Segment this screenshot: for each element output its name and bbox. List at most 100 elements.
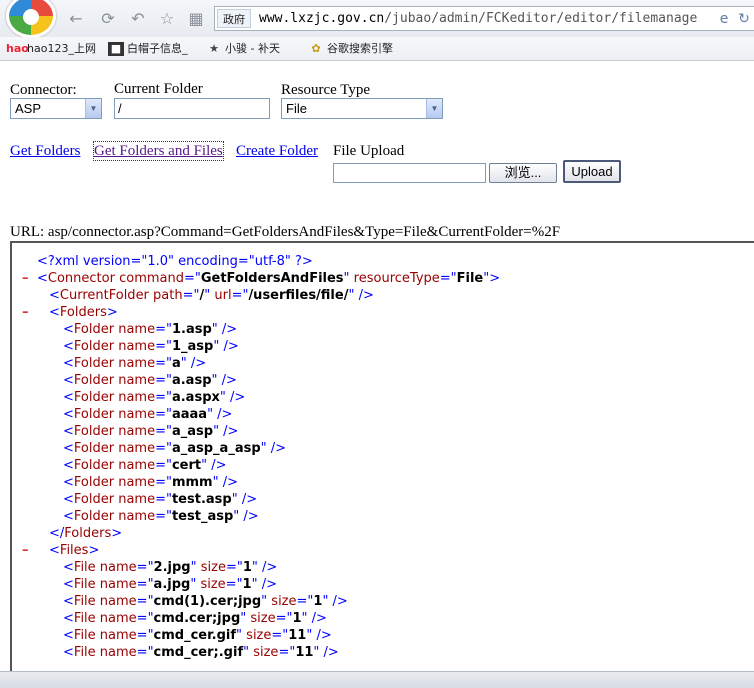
file-name: 2.jpg [153, 560, 191, 575]
file-name: cmd_cer;.gif [153, 645, 244, 660]
file-size: 11 [288, 628, 307, 643]
folder-name: mmm [171, 475, 213, 490]
folder-name: 1_asp [171, 339, 214, 354]
folder-name: test_asp [171, 509, 234, 524]
connector-select[interactable]: ASP ▼ [10, 98, 102, 119]
browse-button[interactable]: 浏览... [489, 163, 557, 183]
page-icon: ■ [108, 42, 124, 56]
grid-icon[interactable]: ▦ [186, 9, 206, 29]
bookmark-item[interactable]: ★ 小骏 - 补天 [206, 40, 280, 58]
bookmark-label: 白帽子信息_ [127, 42, 188, 55]
hao123-icon: hao [6, 42, 29, 55]
favorite-star-icon[interactable]: ☆ [157, 9, 177, 29]
connector-command-value: GetFoldersAndFiles [200, 271, 344, 286]
folder-name: a_asp_a_asp [171, 441, 261, 456]
chevron-down-icon: ▼ [85, 99, 101, 118]
collapse-toggle[interactable]: – [22, 270, 29, 287]
bookmark-item[interactable]: ✿ 谷歌搜索引擎 [308, 40, 393, 58]
xml-folder-row: <Folder name="test.asp" /> [63, 492, 258, 507]
status-bar [0, 671, 754, 688]
folders-list: <Folder name="1.asp" /> <Folder name="1_a… [12, 321, 752, 525]
folder-name: a_asp [171, 424, 214, 439]
files-list: <File name="2.jpg" size="1" /> <File name… [12, 559, 752, 661]
back-icon[interactable]: ← [66, 9, 86, 29]
folder-name: a.aspx [171, 390, 220, 405]
upload-button[interactable]: Upload [563, 160, 621, 183]
url-host: www.lxzjc.gov.cn [259, 11, 385, 26]
current-folder-input[interactable]: / [114, 98, 270, 119]
ie-mode-icon[interactable]: e [715, 10, 733, 28]
address-bar[interactable]: 政府 www.lxzjc.gov.cn/jubao/admin/FCKedito… [214, 6, 754, 31]
zone-badge: 政府 [217, 9, 251, 28]
undo-icon[interactable]: ↶ [128, 9, 148, 29]
reload-icon[interactable]: ↻ [735, 10, 753, 28]
xml-file-row: <File name="cmd_cer;.gif" size="11" /> [63, 645, 339, 660]
xml-connector-open: – <Connector command="GetFoldersAndFiles"… [22, 270, 501, 287]
xml-folders-close: </Folders> [49, 526, 123, 541]
folder-name: a.asp [171, 373, 212, 388]
xml-declaration-text: <?xml version="1.0" encoding="utf-8" ?> [37, 254, 313, 269]
connector-label: Connector: [10, 82, 77, 98]
xml-folder-row: <Folder name="mmm" /> [63, 475, 238, 490]
star-icon: ★ [209, 42, 219, 55]
xml-file-row: <File name="cmd(1).cer;jpg" size="1" /> [63, 594, 348, 609]
bookmark-label: 谷歌搜索引擎 [327, 42, 393, 55]
resource-type-value: File [286, 101, 307, 116]
browser-toolbar: ← ⟳ ↶ ☆ ▦ 政府 www.lxzjc.gov.cn/jubao/admi… [0, 0, 754, 38]
collapse-toggle[interactable]: – [22, 304, 29, 321]
file-size: 1 [292, 611, 302, 626]
bookmark-item[interactable]: ■ 白帽子信息_ [108, 40, 188, 58]
current-folder-url-value: /userfiles/file/ [248, 288, 349, 303]
address-url[interactable]: www.lxzjc.gov.cn/jubao/admin/FCKeditor/e… [259, 10, 719, 28]
get-folders-and-files-link[interactable]: Get Folders and Files [93, 141, 224, 161]
browser-logo [6, 0, 56, 38]
xml-file-row: <File name="2.jpg" size="1" /> [63, 560, 278, 575]
file-size: 1 [242, 577, 252, 592]
folder-name: test.asp [171, 492, 232, 507]
xml-folder-row: <Folder name="1.asp" /> [63, 322, 238, 337]
xml-folder-row: <Folder name="a_asp" /> [63, 424, 239, 439]
connector-resource-type-value: File [456, 271, 484, 286]
xml-file-row: <File name="cmd.cer;jpg" size="1" /> [63, 611, 327, 626]
folder-name: aaaa [171, 407, 208, 422]
xml-folder-row: <Folder name="a" /> [63, 356, 207, 371]
refresh-icon[interactable]: ⟳ [98, 9, 118, 29]
file-name: a.jpg [153, 577, 191, 592]
xml-file-row: <File name="a.jpg" size="1" /> [63, 577, 277, 592]
xml-folder-row: <Folder name="test_asp" /> [63, 509, 259, 524]
xml-tree: <?xml version="1.0" encoding="utf-8" ?> … [12, 253, 752, 661]
xml-declaration: <?xml version="1.0" encoding="utf-8" ?> [12, 253, 752, 270]
bookmark-label: 小骏 - 补天 [225, 42, 280, 55]
url-path: /jubao/admin/FCKeditor/editor/filemanage [384, 11, 698, 26]
create-folder-link[interactable]: Create Folder [236, 142, 318, 160]
file-upload-label: File Upload [333, 143, 405, 159]
chevron-down-icon: ▼ [426, 99, 442, 118]
xml-folder-row: <Folder name="a.aspx" /> [63, 390, 246, 405]
bookmarks-bar: haohao123_上网 ■ 白帽子信息_ ★ 小骏 - 补天 ✿ 谷歌搜索引擎 [0, 37, 754, 61]
current-folder-label: Current Folder [114, 81, 203, 97]
file-size: 11 [295, 645, 314, 660]
file-name: cmd.cer;jpg [153, 611, 241, 626]
xml-folder-row: <Folder name="a.asp" /> [63, 373, 237, 388]
xml-files-open: – <Files> [22, 542, 100, 559]
xml-result-frame[interactable]: <?xml version="1.0" encoding="utf-8" ?> … [10, 241, 754, 671]
file-path-input[interactable] [333, 163, 486, 183]
xml-folder-row: <Folder name="cert" /> [63, 458, 227, 473]
bookmark-item[interactable]: haohao123_上网 [6, 40, 96, 58]
xml-current-folder: <CurrentFolder path="/" url="/userfiles/… [49, 288, 374, 303]
xml-folder-row: <Folder name="a_asp_a_asp" /> [63, 441, 287, 456]
folder-name: cert [171, 458, 202, 473]
xml-folders-open: – <Folders> [22, 304, 118, 321]
request-url: URL: asp/connector.asp?Command=GetFolder… [10, 224, 561, 240]
folder-name: a [171, 356, 181, 371]
resource-type-select[interactable]: File ▼ [281, 98, 443, 119]
get-folders-link[interactable]: Get Folders [10, 142, 80, 160]
xml-file-row: <File name="cmd_cer.gif" size="11" /> [63, 628, 332, 643]
file-name: cmd(1).cer;jpg [153, 594, 262, 609]
resource-type-label: Resource Type [281, 82, 371, 98]
file-size: 1 [242, 560, 252, 575]
collapse-toggle[interactable]: – [22, 542, 29, 559]
folder-name: 1.asp [171, 322, 212, 337]
xml-folder-row: <Folder name="1_asp" /> [63, 339, 239, 354]
file-name: cmd_cer.gif [153, 628, 237, 643]
